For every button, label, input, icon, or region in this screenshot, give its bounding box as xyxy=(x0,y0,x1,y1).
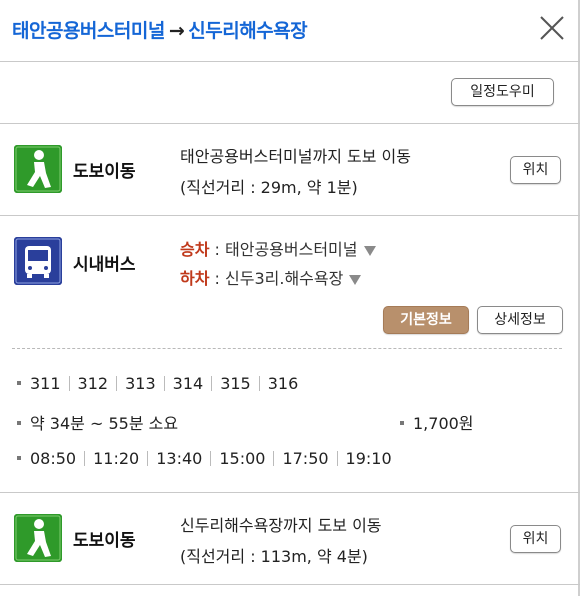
departure-time: 15:00 xyxy=(219,449,266,468)
bus-routes-row: 311 312 313 314 315 316 xyxy=(17,374,298,393)
route-number[interactable]: 315 xyxy=(220,374,251,393)
board-label: 승차 xyxy=(180,240,210,259)
board-stop-name: 태안공용버스터미널 xyxy=(225,240,358,259)
travel-duration: 약 34분 ~ 55분 소요 xyxy=(30,414,179,433)
bullet xyxy=(17,455,21,460)
alight-stop-name: 신두3리.해수욕장 xyxy=(225,269,344,288)
walk-mode-label: 도보이동 xyxy=(73,162,136,182)
schedule-helper-button[interactable]: 일정도우미 xyxy=(451,78,554,106)
walk-distance: (직선거리 : 113m, 약 4분) xyxy=(180,547,368,566)
location-button[interactable]: 위치 xyxy=(510,156,561,184)
bullet xyxy=(17,420,21,425)
board-stop-row: 승차 : 태안공용버스터미널 xyxy=(180,236,376,260)
route-panel: 태안공용버스터미널 → 신두리해수욕장 일정도우미 도보이동 태안공용버스터미널까지… xyxy=(0,0,580,596)
triangle-down-icon[interactable] xyxy=(363,245,376,256)
departure-time: 19:10 xyxy=(345,449,392,468)
walk-mode-label: 도보이동 xyxy=(73,531,136,551)
bus-mode-label: 시내버스 xyxy=(73,255,136,275)
walking-person-icon xyxy=(14,514,62,562)
close-icon[interactable] xyxy=(536,12,568,44)
route-number[interactable]: 314 xyxy=(173,374,204,393)
walk-step-start: 도보이동 태안공용버스터미널까지 도보 이동 (직선거리 : 29m, 약 1분… xyxy=(0,124,580,216)
duration-row: 약 34분 ~ 55분 소요 xyxy=(17,410,178,434)
route-arrow: → xyxy=(168,20,185,42)
walk-description: 신두리해수욕장까지 도보 이동 xyxy=(180,516,382,535)
route-number[interactable]: 311 xyxy=(30,374,61,393)
detail-info-button[interactable]: 상세정보 xyxy=(477,306,563,334)
bullet xyxy=(17,380,21,385)
route-number[interactable]: 313 xyxy=(125,374,156,393)
route-header: 태안공용버스터미널 → 신두리해수욕장 xyxy=(0,0,580,62)
alight-stop-row: 하차 : 신두3리.해수욕장 xyxy=(180,265,362,289)
destination-name: 신두리해수욕장 xyxy=(188,20,308,42)
location-button[interactable]: 위치 xyxy=(510,525,561,553)
bullet xyxy=(400,420,404,425)
walking-person-icon xyxy=(14,145,62,193)
bus-step: 시내버스 승차 : 태안공용버스터미널 하차 : 신두3리.해수욕장 기본정보 … xyxy=(0,216,580,493)
alight-label: 하차 xyxy=(180,269,210,288)
departure-time: 17:50 xyxy=(282,449,329,468)
dashed-divider xyxy=(12,348,562,349)
toolbar: 일정도우미 xyxy=(0,62,580,124)
fare-row: 1,700원 xyxy=(400,410,474,434)
walk-step-end: 도보이동 신두리해수욕장까지 도보 이동 (직선거리 : 113m, 약 4분)… xyxy=(0,493,580,585)
route-number[interactable]: 316 xyxy=(268,374,299,393)
bus-icon xyxy=(14,237,62,285)
departure-times-row: 08:50 11:20 13:40 15:00 17:50 19:10 xyxy=(17,449,392,468)
fare-amount: 1,700원 xyxy=(413,414,474,433)
departure-time: 11:20 xyxy=(93,449,140,468)
origin-name: 태안공용버스터미널 xyxy=(12,20,165,42)
departure-time: 08:50 xyxy=(30,449,77,468)
triangle-down-icon[interactable] xyxy=(349,274,362,285)
walk-description: 태안공용버스터미널까지 도보 이동 xyxy=(180,147,411,166)
walk-distance: (직선거리 : 29m, 약 1분) xyxy=(180,178,358,197)
basic-info-button[interactable]: 기본정보 xyxy=(383,306,469,334)
route-title: 태안공용버스터미널 → 신두리해수욕장 xyxy=(12,16,308,43)
route-number[interactable]: 312 xyxy=(78,374,109,393)
departure-time: 13:40 xyxy=(156,449,203,468)
